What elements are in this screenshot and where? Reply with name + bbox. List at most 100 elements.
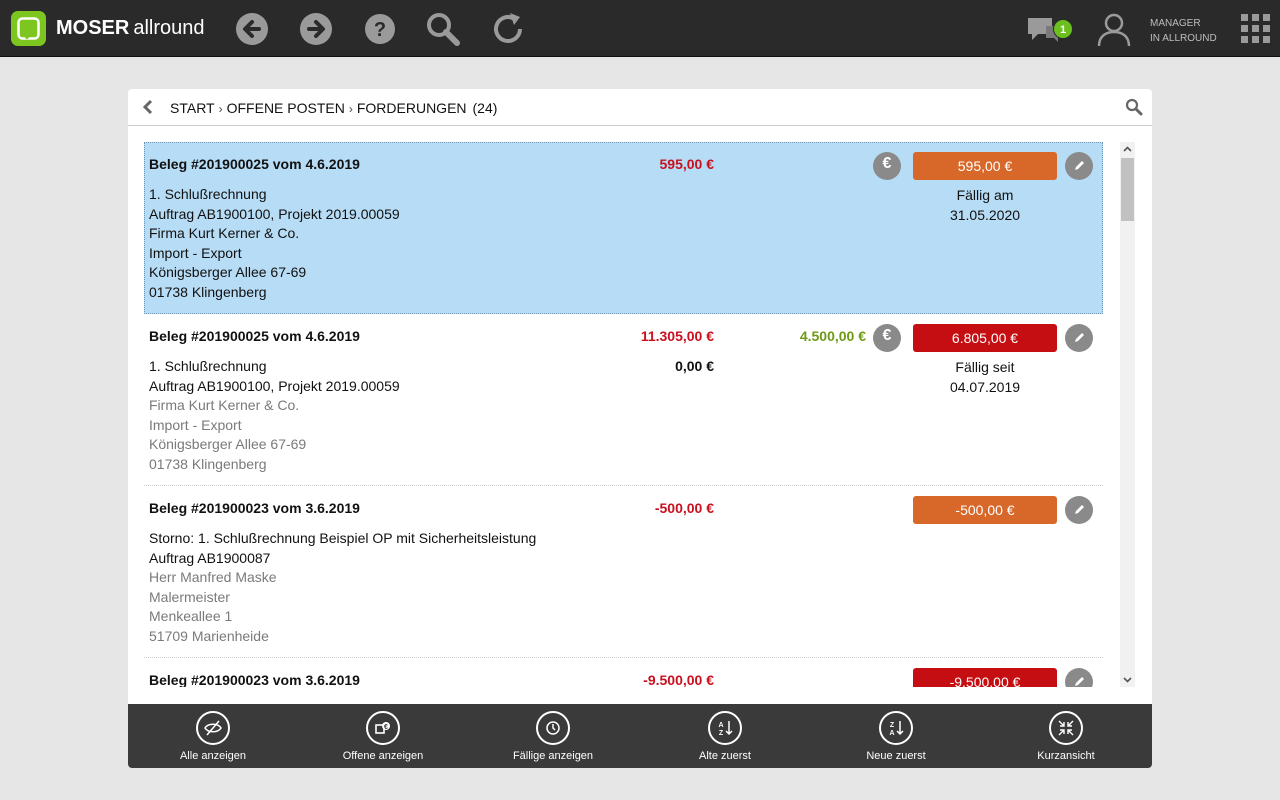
- item-details: Storno: 1. Schlußrechnung Beispiel OP mi…: [149, 529, 536, 647]
- help-button[interactable]: ?: [362, 11, 398, 47]
- app-brand: MOSER allround: [56, 17, 205, 40]
- show-due-button[interactable]: Fällige anzeigen: [468, 704, 638, 768]
- edit-button[interactable]: [1065, 668, 1093, 687]
- item-details: 1. Schlußrechnung Auftrag AB1900100, Pro…: [149, 357, 400, 475]
- chevron-up-icon: [1123, 146, 1132, 152]
- detail-line: Menkeallee 1: [149, 608, 233, 625]
- show-all-label: Alle anzeigen: [179, 750, 247, 762]
- svg-text:€: €: [384, 724, 388, 731]
- edit-button[interactable]: [1065, 152, 1093, 180]
- refresh-button[interactable]: [490, 11, 526, 47]
- pencil-icon: [1075, 505, 1084, 514]
- question-icon: ?: [365, 14, 395, 44]
- detail-line: 1. Schlußrechnung: [149, 186, 267, 202]
- detail-line: 01738 Klingenberg: [149, 455, 267, 472]
- item-amount: -500,00 €: [654, 500, 714, 516]
- back-button[interactable]: [234, 11, 270, 47]
- breadcrumb-separator: ›: [218, 102, 223, 116]
- pencil-icon: [1075, 161, 1084, 170]
- detail-line: 51709 Marienheide: [149, 627, 269, 644]
- status-amount-button[interactable]: 595,00 €: [913, 152, 1057, 180]
- brand-bold: MOSER: [56, 17, 130, 39]
- paid-amount: 4.500,00 €: [799, 328, 866, 344]
- user-button[interactable]: [1096, 12, 1132, 48]
- show-open-button[interactable]: € Offene anzeigen: [298, 704, 468, 768]
- item-details: 1. Schlußrechnung Auftrag AB1900100, Pro…: [149, 185, 400, 303]
- status-amount-button[interactable]: -9.500,00 €: [913, 668, 1057, 687]
- breadcrumb-separator: ›: [348, 102, 353, 116]
- scroll-thumb[interactable]: [1121, 158, 1134, 221]
- arrow-right-icon: [300, 13, 332, 45]
- list-item[interactable]: Beleg #201900025 vom 4.6.2019 595,00 € €…: [144, 142, 1103, 314]
- due-info: Fällig am 31.05.2020: [913, 185, 1057, 225]
- status-amount-button[interactable]: 6.805,00 €: [913, 324, 1057, 352]
- oldest-first-button[interactable]: AZ Alte zuerst: [640, 704, 810, 768]
- item-title: Beleg #201900023 vom 3.6.2019: [149, 500, 360, 516]
- newest-first-button[interactable]: ZA Neue zuerst: [811, 704, 981, 768]
- breadcrumb: START › OFFENE POSTEN › FORDERUNGEN (24): [128, 89, 1152, 126]
- item-amount-secondary: 0,00 €: [675, 358, 714, 374]
- refresh-icon: [494, 13, 522, 43]
- svg-text:A: A: [889, 730, 894, 737]
- scroll-down-button[interactable]: [1120, 672, 1135, 687]
- app-logo-icon[interactable]: [11, 11, 46, 46]
- show-due-label: Fällige anzeigen: [512, 750, 594, 762]
- apps-grid-icon[interactable]: [1241, 14, 1271, 44]
- detail-line: Auftrag AB1900100, Projekt 2019.00059: [149, 377, 400, 394]
- eye-off-icon: [196, 711, 230, 745]
- payment-button[interactable]: €: [873, 152, 901, 180]
- clock-icon: [536, 711, 570, 745]
- user-name[interactable]: MANAGER IN ALLROUND: [1150, 16, 1217, 46]
- svg-text:A: A: [718, 722, 723, 729]
- status-amount-button[interactable]: -500,00 €: [913, 496, 1057, 524]
- due-label: Fällig am: [956, 187, 1014, 203]
- due-date: 04.07.2019: [949, 379, 1021, 395]
- euro-icon: €: [882, 155, 892, 172]
- list-item[interactable]: Beleg #201900025 vom 4.6.2019 11.305,00 …: [144, 314, 1103, 486]
- breadcrumb-open-items[interactable]: OFFENE POSTEN: [227, 100, 345, 116]
- item-title: Beleg #201900025 vom 4.6.2019: [149, 328, 360, 344]
- brand-light: allround: [133, 17, 205, 39]
- breadcrumb-start[interactable]: START: [170, 100, 215, 116]
- top-bar: MOSER allround ? 1 MANAGER IN ALLROUND: [0, 0, 1280, 57]
- edit-button[interactable]: [1065, 324, 1093, 352]
- detail-line: Auftrag AB1900087: [149, 549, 271, 566]
- scroll-up-button[interactable]: [1120, 142, 1135, 157]
- svg-text:?: ?: [374, 19, 386, 41]
- breadcrumb-back-button[interactable]: [140, 99, 156, 115]
- receivables-panel: START › OFFENE POSTEN › FORDERUNGEN (24) Bele…: [128, 89, 1152, 768]
- pencil-icon: [1075, 333, 1084, 342]
- receivables-list: Beleg #201900025 vom 4.6.2019 595,00 € €…: [144, 142, 1104, 687]
- edit-button[interactable]: [1065, 496, 1093, 524]
- breadcrumb-count: (24): [472, 100, 498, 116]
- forward-button[interactable]: [298, 11, 334, 47]
- breadcrumb-path: START › OFFENE POSTEN › FORDERUNGEN (24): [170, 100, 497, 116]
- item-title: Beleg #201900025 vom 4.6.2019: [149, 156, 360, 172]
- list-scrollbar[interactable]: [1120, 142, 1135, 687]
- compact-view-button[interactable]: Kurzansicht: [981, 704, 1151, 768]
- detail-line: Herr Manfred Maske: [149, 569, 277, 586]
- chat-count-badge: 1: [1053, 19, 1073, 39]
- list-item[interactable]: Beleg #201900023 vom 3.6.2019 -9.500,00 …: [144, 658, 1103, 687]
- panel-search-button[interactable]: [1125, 98, 1143, 116]
- chevron-left-icon: [142, 99, 153, 115]
- detail-line: Import - Export: [149, 416, 242, 433]
- arrow-left-icon: [236, 13, 268, 45]
- due-label: Fällig seit: [955, 359, 1015, 375]
- breadcrumb-receivables: FORDERUNGEN: [356, 100, 467, 116]
- detail-line: Königsberger Allee 67-69: [149, 436, 307, 453]
- item-amount: 11.305,00 €: [640, 328, 714, 344]
- pencil-icon: [1075, 677, 1084, 686]
- collapse-icon: [1049, 711, 1083, 745]
- sort-ascending-icon: AZ: [708, 711, 742, 745]
- euro-icon: €: [882, 327, 892, 344]
- user-line-1: MANAGER: [1150, 18, 1201, 29]
- due-info: Fällig seit 04.07.2019: [913, 357, 1057, 397]
- payment-button[interactable]: €: [873, 324, 901, 352]
- newest-first-label: Neue zuerst: [866, 750, 926, 762]
- search-button[interactable]: [425, 11, 461, 47]
- list-item[interactable]: Beleg #201900023 vom 3.6.2019 -500,00 € …: [144, 486, 1103, 658]
- svg-text:Z: Z: [719, 730, 724, 737]
- show-all-button[interactable]: Alle anzeigen: [128, 704, 298, 768]
- show-open-label: Offene anzeigen: [342, 750, 424, 762]
